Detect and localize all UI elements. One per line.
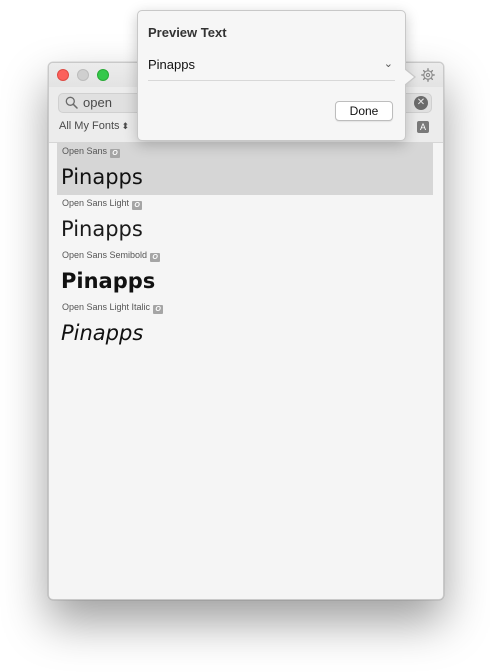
font-item-open-sans-light[interactable]: Open Sans Light O Pinapps [57, 195, 433, 247]
gear-icon[interactable] [421, 68, 435, 82]
font-sample: Pinapps [61, 217, 143, 241]
close-button[interactable] [57, 69, 69, 81]
opentype-badge-icon: O [150, 253, 161, 262]
font-item-label: Open Sans Semibold O [62, 250, 161, 262]
preview-text-select[interactable]: Pinapps ⌄ [148, 57, 393, 75]
font-item-open-sans-light-italic[interactable]: Open Sans Light Italic O Pinapps [57, 299, 433, 351]
screen: open ✕ All My Fonts ⬍ A Open Sans O Pinapp… [0, 0, 490, 672]
popover-title: Preview Text [148, 25, 227, 40]
done-button[interactable]: Done [335, 101, 393, 121]
chevron-updown-icon: ⬍ [121, 121, 130, 131]
collection-selector[interactable]: All My Fonts ⬍ [59, 120, 129, 132]
divider [148, 80, 395, 81]
font-item-label: Open Sans O [62, 146, 121, 158]
font-list: Open Sans O Pinapps Open Sans Light O Pina… [49, 143, 443, 351]
font-sample: Pinapps [61, 165, 143, 189]
font-sample: Pinapps [61, 269, 156, 293]
font-item-open-sans-semibold[interactable]: Open Sans Semibold O Pinapps [57, 247, 433, 299]
popover-arrow [404, 68, 416, 86]
font-book-window: open ✕ All My Fonts ⬍ A Open Sans O Pinapp… [48, 62, 444, 600]
opentype-badge-icon: O [110, 149, 121, 158]
zoom-button[interactable] [97, 69, 109, 81]
font-size-icon[interactable]: A [417, 121, 429, 133]
chevron-down-icon: ⌄ [383, 58, 393, 70]
opentype-badge-icon: O [153, 305, 164, 314]
collection-label: All My Fonts [59, 120, 120, 132]
opentype-badge-icon: O [132, 201, 143, 210]
preview-text-value: Pinapps [148, 57, 195, 72]
font-item-label: Open Sans Light O [62, 198, 143, 210]
font-item-open-sans[interactable]: Open Sans O Pinapps [57, 143, 433, 195]
search-input[interactable]: open [83, 95, 112, 110]
clear-icon[interactable]: ✕ [414, 96, 428, 110]
font-sample: Pinapps [61, 321, 144, 345]
preview-text-popover: Preview Text Pinapps ⌄ Done [137, 10, 416, 141]
search-icon [65, 96, 78, 109]
font-item-label: Open Sans Light Italic O [62, 302, 164, 314]
minimize-button[interactable] [77, 69, 89, 81]
